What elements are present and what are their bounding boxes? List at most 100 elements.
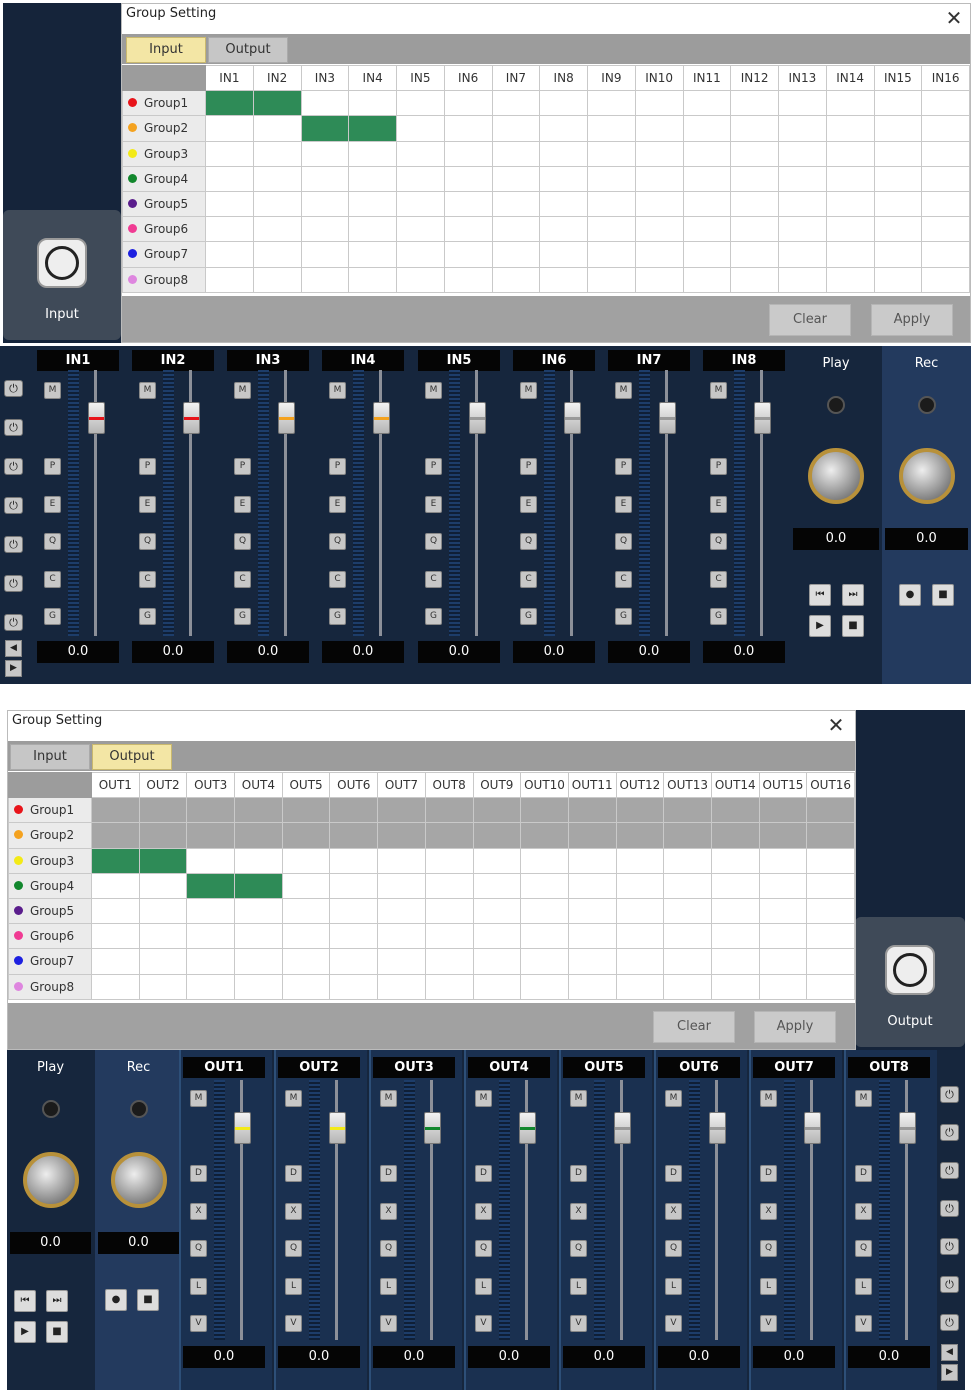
next-track-icon[interactable]: ⏭ [842,584,864,606]
matrix-cell[interactable] [472,948,522,975]
matrix-cell[interactable] [873,165,923,192]
matrix-cell[interactable] [205,90,254,117]
matrix-cell[interactable] [634,165,684,192]
fader-handle[interactable] [519,1112,536,1144]
matrix-cell[interactable] [424,973,474,1000]
matrix-cell[interactable] [663,973,712,1000]
apply-button[interactable]: Apply [754,1011,836,1043]
strip-button-q[interactable]: Q [139,533,156,550]
matrix-cell[interactable] [520,897,569,925]
strip-button-d[interactable]: D [855,1165,872,1182]
close-icon[interactable]: ✕ [826,715,846,736]
channel-power-button[interactable]: ⏻ [940,1086,959,1103]
matrix-cell[interactable] [396,140,445,167]
strip-button-m[interactable]: M [380,1090,397,1107]
matrix-cell[interactable] [682,115,732,142]
matrix-cell[interactable] [91,973,140,1000]
matrix-cell[interactable] [921,90,970,117]
matrix-cell[interactable] [567,897,617,925]
matrix-cell[interactable] [730,216,779,243]
play-gain-knob[interactable] [808,448,864,504]
play-gain-knob[interactable] [22,1152,79,1208]
matrix-cell[interactable] [348,90,397,117]
strip-button-x[interactable]: X [380,1203,397,1220]
close-icon[interactable]: ✕ [944,8,964,29]
matrix-cell[interactable] [710,897,760,925]
record-icon[interactable]: ● [105,1289,127,1311]
matrix-cell[interactable] [778,216,827,243]
matrix-cell[interactable] [682,266,732,293]
matrix-cell[interactable] [396,165,445,192]
matrix-cell[interactable] [252,165,302,192]
strip-button-g[interactable]: G [139,608,156,625]
record-icon[interactable]: ● [899,584,921,606]
matrix-cell[interactable] [520,872,569,899]
matrix-cell[interactable] [186,897,236,925]
matrix-cell[interactable] [138,923,188,950]
strip-button-d[interactable]: D [285,1165,302,1182]
strip-button-g[interactable]: G [234,608,251,625]
matrix-cell[interactable] [205,115,254,142]
matrix-cell[interactable] [663,897,712,925]
matrix-cell[interactable] [778,190,827,218]
strip-button-l[interactable]: L [570,1278,587,1295]
matrix-cell[interactable] [710,872,760,899]
rec-gain-knob[interactable] [898,448,955,504]
matrix-cell[interactable] [539,241,588,268]
matrix-cell[interactable] [329,897,379,925]
strip-button-l[interactable]: L [855,1278,872,1295]
matrix-cell[interactable] [587,241,636,268]
matrix-cell[interactable] [443,266,493,293]
matrix-cell[interactable] [730,241,779,268]
matrix-cell[interactable] [138,897,188,925]
strip-button-g[interactable]: G [425,608,442,625]
strip-button-x[interactable]: X [760,1203,777,1220]
fader-handle[interactable] [234,1112,251,1144]
matrix-cell[interactable] [710,973,760,1000]
matrix-cell[interactable] [424,872,474,899]
channel-power-button[interactable]: ⏻ [940,1238,959,1255]
strip-button-p[interactable]: P [615,458,632,475]
matrix-cell[interactable] [396,90,445,117]
channel-power-button[interactable]: ⏻ [4,575,23,592]
matrix-cell[interactable] [281,973,331,1000]
strip-button-g[interactable]: G [710,608,727,625]
matrix-cell[interactable] [186,847,236,874]
strip-button-p[interactable]: P [710,458,727,475]
matrix-cell[interactable] [634,190,684,218]
strip-button-p[interactable]: P [329,458,346,475]
matrix-cell[interactable] [348,115,397,142]
strip-button-p[interactable]: P [139,458,156,475]
matrix-cell[interactable] [539,140,588,167]
matrix-cell[interactable] [730,266,779,293]
matrix-cell[interactable] [443,241,493,268]
matrix-cell[interactable] [873,216,923,243]
matrix-cell[interactable] [663,948,712,975]
channel-power-button[interactable]: ⏻ [4,380,23,397]
matrix-cell[interactable] [682,190,732,218]
output-mode-button[interactable]: Output [855,917,965,1047]
previous-track-icon[interactable]: ⏮ [14,1290,36,1312]
matrix-cell[interactable] [758,897,808,925]
matrix-cell[interactable] [567,847,617,874]
matrix-cell[interactable] [682,140,732,167]
matrix-cell[interactable] [921,115,970,142]
matrix-cell[interactable] [91,948,140,975]
strip-button-m[interactable]: M [615,382,632,399]
matrix-cell[interactable] [921,241,970,268]
strip-button-q[interactable]: Q [665,1240,682,1257]
matrix-cell[interactable] [252,115,302,142]
strip-button-c[interactable]: C [520,571,537,588]
matrix-cell[interactable] [730,190,779,218]
strip-button-m[interactable]: M [520,382,537,399]
matrix-cell[interactable] [567,923,617,950]
channel-power-button[interactable]: ⏻ [940,1162,959,1179]
matrix-cell[interactable] [615,923,665,950]
matrix-cell[interactable] [539,190,588,218]
matrix-cell[interactable] [234,847,283,874]
strip-button-q[interactable]: Q [710,533,727,550]
matrix-cell[interactable] [252,216,302,243]
matrix-cell[interactable] [491,165,541,192]
matrix-cell[interactable] [329,948,379,975]
matrix-cell[interactable] [778,115,827,142]
